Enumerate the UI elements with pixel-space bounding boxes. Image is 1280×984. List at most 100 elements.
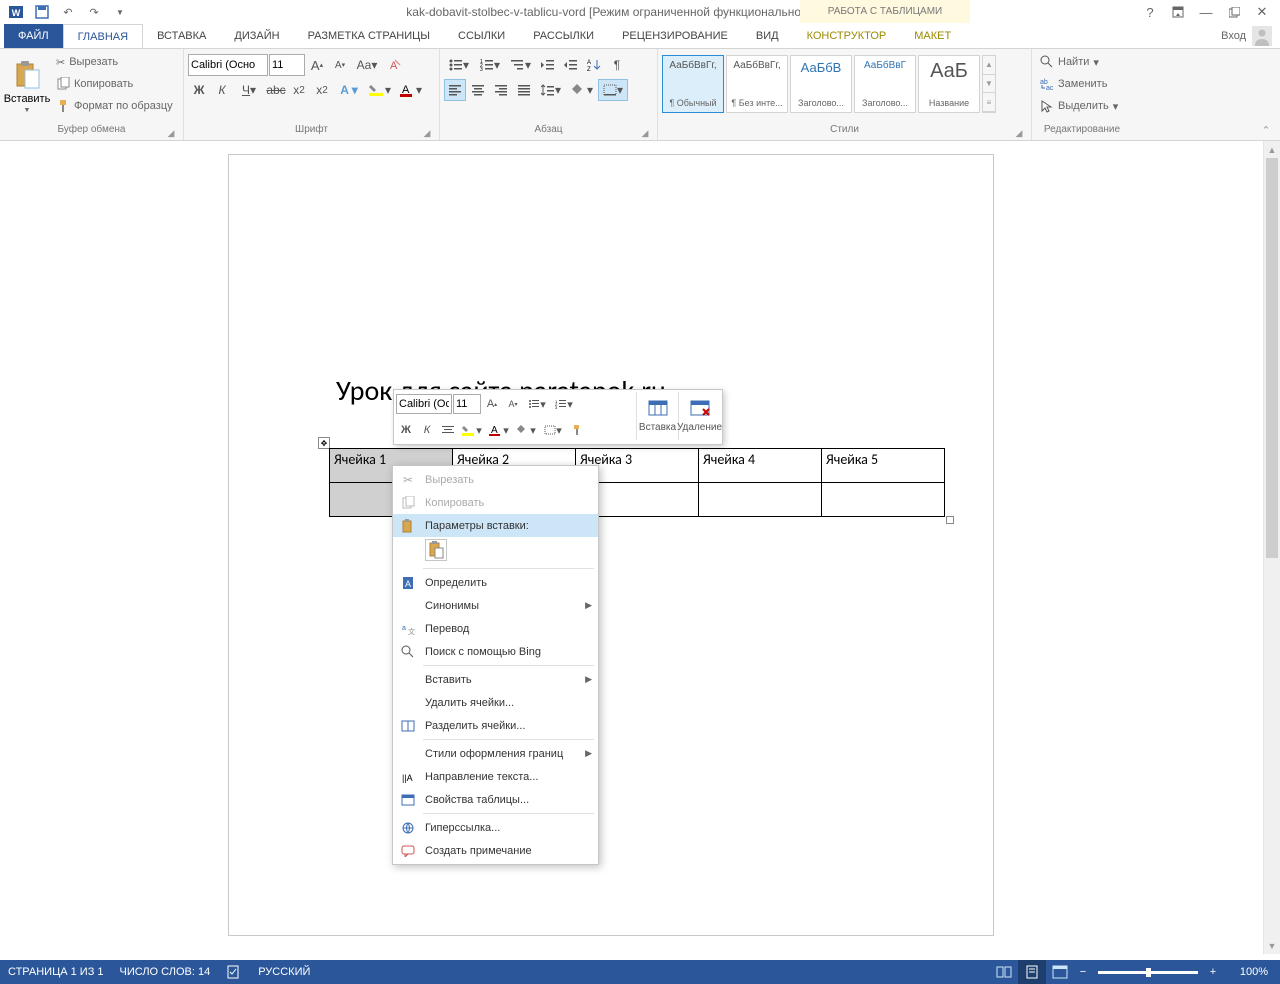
scroll-up-icon[interactable]: ▲ [1264,141,1280,158]
font-size-combo[interactable] [269,54,305,76]
cm-synonyms[interactable]: Синонимы▶ [393,594,598,617]
text-effects-icon[interactable]: A ▾ [334,79,364,101]
strikethrough-icon[interactable]: abc [265,79,287,101]
cm-cut[interactable]: ✂Вырезать [393,468,598,491]
mini-size-combo[interactable] [453,394,481,414]
redo-icon[interactable]: ↷ [82,1,106,23]
view-print-icon[interactable] [1018,960,1046,984]
mini-bold-icon[interactable]: Ж [396,420,416,440]
cm-delete-cells[interactable]: Удалить ячейки... [393,691,598,714]
tab-home[interactable]: ГЛАВНАЯ [63,24,143,48]
styles-gallery[interactable]: АаБбВвГг,¶ Обычный АаБбВвГг,¶ Без инте..… [662,55,996,113]
tab-design[interactable]: ДИЗАЙН [220,24,293,48]
font-color-icon[interactable]: A▾ [396,79,426,101]
cm-insert[interactable]: Вставить▶ [393,668,598,691]
tab-view[interactable]: ВИД [742,24,793,48]
mini-shading-icon[interactable]: ▾ [513,420,539,440]
format-painter-button[interactable]: Формат по образцу [52,95,177,117]
align-left-icon[interactable] [444,79,466,101]
paragraph-dialog-launcher[interactable]: ◢ [639,128,651,140]
underline-icon[interactable]: Ч ▾ [234,79,264,101]
paste-keep-source-icon[interactable] [425,539,447,561]
cut-button[interactable]: ✂Вырезать [52,51,177,73]
tab-insert[interactable]: ВСТАВКА [143,24,220,48]
find-button[interactable]: Найти ▾ [1036,51,1122,73]
mini-italic-icon[interactable]: К [417,420,437,440]
cm-hyperlink[interactable]: Гиперссылка... [393,816,598,839]
font-name-combo[interactable] [188,54,268,76]
mini-highlight-icon[interactable]: ▾ [459,420,485,440]
numbering-icon[interactable]: 123▾ [475,54,505,76]
qat-customize-icon[interactable]: ▼ [108,1,132,23]
zoom-slider[interactable] [1098,971,1198,974]
view-read-icon[interactable] [990,960,1018,984]
status-proofing-icon[interactable] [226,964,242,980]
cm-copy[interactable]: Копировать [393,491,598,514]
zoom-level[interactable]: 100% [1222,966,1272,978]
style-heading1[interactable]: АаБбВЗаголово... [790,55,852,113]
table-cell[interactable]: Ячейка 5 [822,449,945,483]
style-heading2[interactable]: АаБбВвГЗаголово... [854,55,916,113]
justify-icon[interactable] [513,79,535,101]
mini-borders-icon[interactable]: ▾ [540,420,566,440]
select-button[interactable]: Выделить ▾ [1036,95,1122,117]
increase-indent-icon[interactable] [560,54,582,76]
ribbon-display-icon[interactable] [1164,1,1192,23]
maximize-icon[interactable] [1220,1,1248,23]
mini-font-combo[interactable] [396,394,452,414]
tab-page-layout[interactable]: РАЗМЕТКА СТРАНИЦЫ [294,24,444,48]
tab-table-layout[interactable]: МАКЕТ [900,24,965,48]
help-icon[interactable]: ? [1136,1,1164,23]
shrink-font-icon[interactable]: A▾ [329,54,351,76]
show-marks-icon[interactable]: ¶ [606,54,628,76]
tab-file[interactable]: ФАЙЛ [4,24,63,48]
status-language[interactable]: РУССКИЙ [258,966,310,978]
subscript-icon[interactable]: x2 [288,79,310,101]
scroll-down-icon[interactable]: ▼ [1264,937,1280,954]
cm-split-cells[interactable]: Разделить ячейки... [393,714,598,737]
styles-scroll[interactable]: ▲▼≡ [982,55,996,113]
style-normal[interactable]: АаБбВвГг,¶ Обычный [662,55,724,113]
mini-delete-button[interactable]: Удаление [678,392,720,440]
cm-bing-search[interactable]: Поиск с помощью Bing [393,640,598,663]
collapse-ribbon-icon[interactable]: ⌃ [1258,123,1274,137]
mini-bullets-icon[interactable]: ▾ [524,394,550,414]
tab-references[interactable]: ССЫЛКИ [444,24,519,48]
view-web-icon[interactable] [1046,960,1074,984]
zoom-in-icon[interactable]: + [1204,966,1222,978]
bold-icon[interactable]: Ж [188,79,210,101]
tab-mailings[interactable]: РАССЫЛКИ [519,24,608,48]
tab-table-constructor[interactable]: КОНСТРУКТОР [793,24,901,48]
vertical-scrollbar[interactable]: ▲ ▼ [1263,141,1280,954]
undo-icon[interactable]: ↶ [56,1,80,23]
grow-font-icon[interactable]: A▴ [306,54,328,76]
cm-border-styles[interactable]: Стили оформления границ▶ [393,742,598,765]
italic-icon[interactable]: К [211,79,233,101]
page[interactable] [229,155,993,935]
cm-translate[interactable]: а文Перевод [393,617,598,640]
borders-icon[interactable]: ▾ [598,79,628,101]
cm-define[interactable]: АОпределить [393,571,598,594]
clipboard-dialog-launcher[interactable]: ◢ [165,128,177,140]
table-resize-handle[interactable] [946,516,954,524]
mini-font-color-icon[interactable]: A▾ [486,420,512,440]
table-cell[interactable]: Ячейка 4 [699,449,822,483]
cm-table-properties[interactable]: Свойства таблицы... [393,788,598,811]
save-icon[interactable] [30,1,54,23]
tab-review[interactable]: РЕЦЕНЗИРОВАНИЕ [608,24,742,48]
table-cell[interactable] [699,483,822,517]
align-center-icon[interactable] [467,79,489,101]
multilevel-list-icon[interactable]: ▾ [506,54,536,76]
cm-text-direction[interactable]: ||АНаправление текста... [393,765,598,788]
cm-new-comment[interactable]: Создать примечание [393,839,598,862]
zoom-out-icon[interactable]: − [1074,966,1092,978]
mini-grow-font-icon[interactable]: A▴ [482,394,502,414]
word-icon[interactable]: W [4,1,28,23]
status-words[interactable]: ЧИСЛО СЛОВ: 14 [120,966,211,978]
shading-icon[interactable]: ▾ [567,79,597,101]
highlight-icon[interactable]: ▾ [365,79,395,101]
mini-align-icon[interactable] [438,420,458,440]
styles-dialog-launcher[interactable]: ◢ [1013,128,1025,140]
copy-button[interactable]: Копировать [52,73,177,95]
decrease-indent-icon[interactable] [537,54,559,76]
